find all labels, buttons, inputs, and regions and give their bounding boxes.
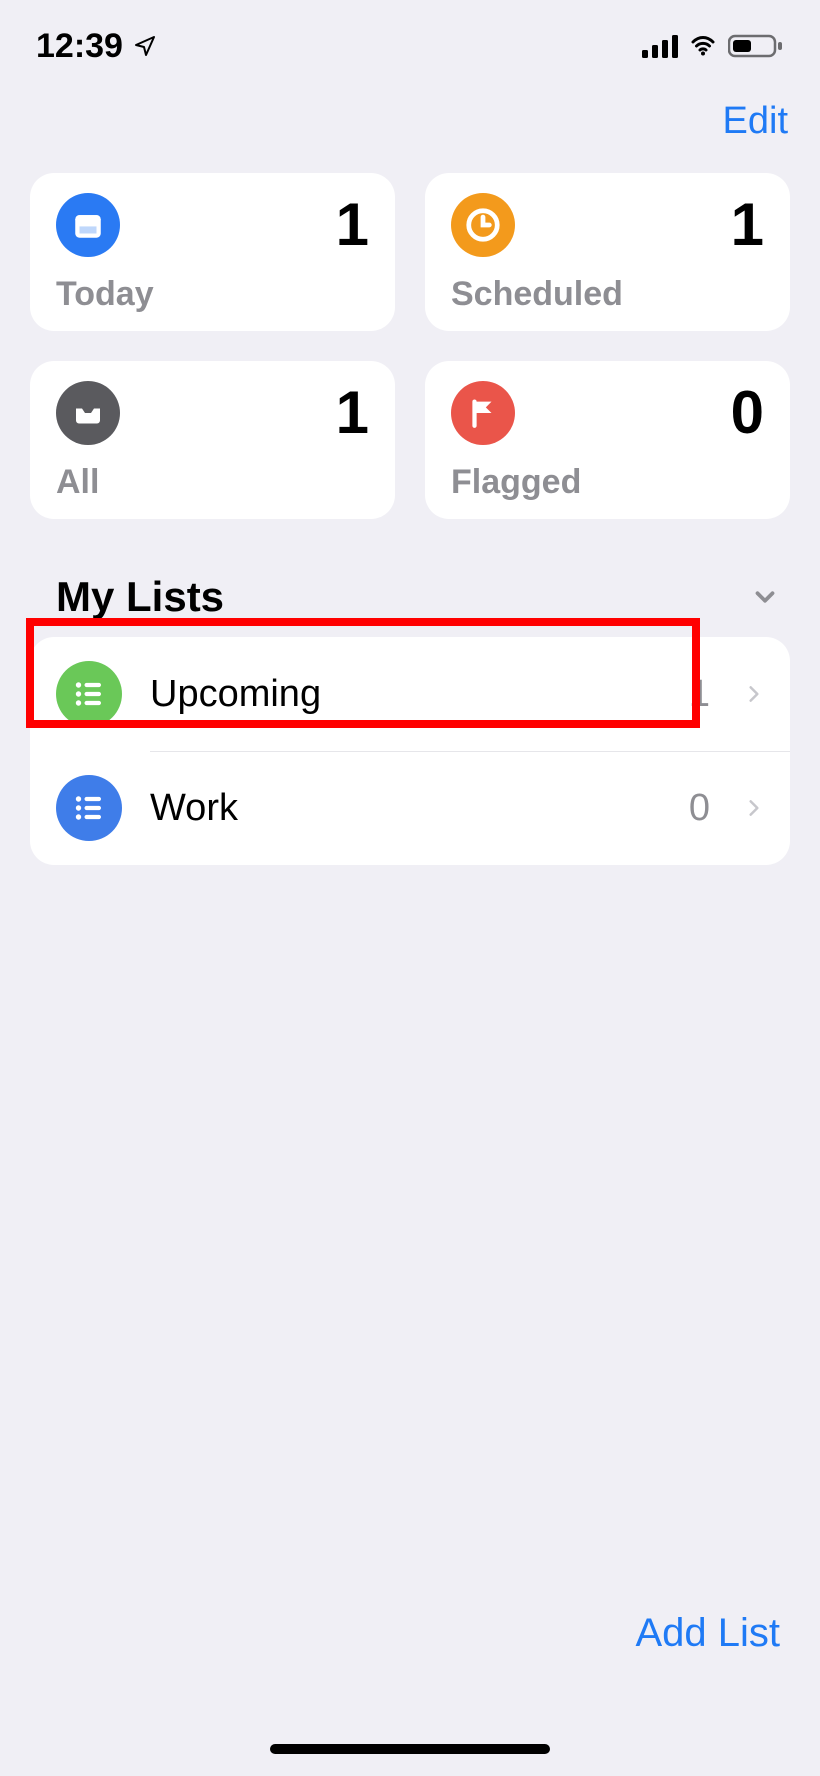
flag-icon [451, 381, 515, 445]
my-lists-title: My Lists [56, 573, 224, 621]
status-bar: 12:39 [0, 0, 820, 70]
lists-container: Upcoming 1 Work 0 [30, 637, 790, 865]
tile-scheduled[interactable]: 1 Scheduled [425, 173, 790, 331]
tray-icon [56, 381, 120, 445]
tile-scheduled-count: 1 [731, 195, 764, 255]
tile-flagged[interactable]: 0 Flagged [425, 361, 790, 519]
clock-icon [451, 193, 515, 257]
home-indicator[interactable] [270, 1744, 550, 1754]
tile-today[interactable]: 1 Today [30, 173, 395, 331]
battery-icon [728, 33, 784, 59]
chevron-down-icon[interactable] [750, 582, 780, 612]
tile-all[interactable]: 1 All [30, 361, 395, 519]
tile-flagged-label: Flagged [451, 463, 764, 502]
add-list-button[interactable]: Add List [635, 1611, 780, 1656]
chevron-right-icon [744, 793, 764, 823]
tile-today-label: Today [56, 275, 369, 314]
chevron-right-icon [744, 679, 764, 709]
tile-all-label: All [56, 463, 369, 502]
tile-flagged-count: 0 [731, 383, 764, 443]
edit-button[interactable]: Edit [723, 100, 788, 143]
list-item-label: Work [150, 787, 661, 830]
list-item-label: Upcoming [150, 673, 661, 716]
tile-scheduled-label: Scheduled [451, 275, 764, 314]
cellular-icon [642, 34, 678, 58]
calendar-icon [56, 193, 120, 257]
list-item-work[interactable]: Work 0 [30, 751, 790, 865]
location-icon [133, 34, 157, 58]
list-bullet-icon [56, 775, 122, 841]
wifi-icon [686, 34, 720, 58]
status-time: 12:39 [36, 27, 123, 66]
tile-all-count: 1 [336, 383, 369, 443]
list-item-count: 1 [689, 673, 710, 716]
list-bullet-icon [56, 661, 122, 727]
tile-today-count: 1 [336, 195, 369, 255]
list-item-upcoming[interactable]: Upcoming 1 [30, 637, 790, 751]
list-item-count: 0 [689, 787, 710, 830]
